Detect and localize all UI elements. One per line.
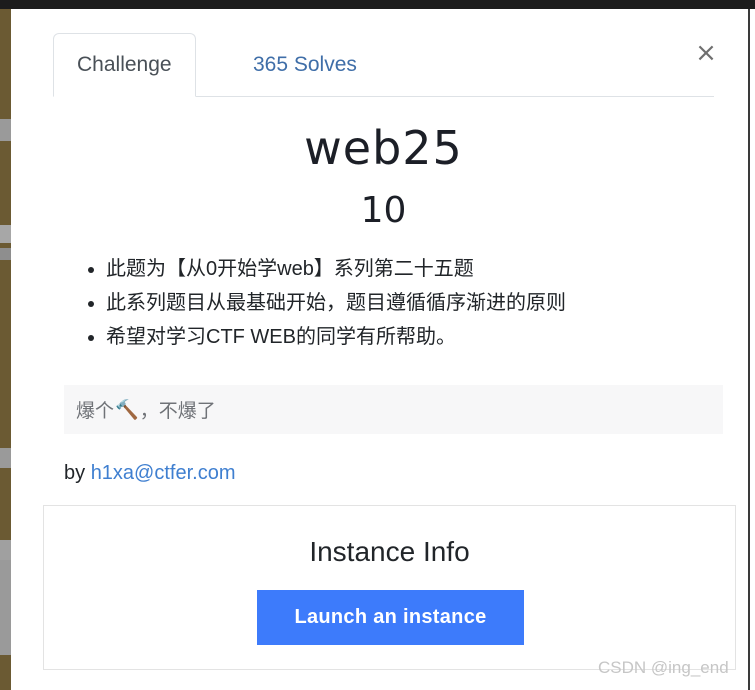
challenge-modal: Challenge 365 Solves × web25 10 此题为【从0开始… (11, 0, 748, 690)
backdrop-strip-segment (0, 560, 11, 655)
challenge-bullet-list: 此题为【从0开始学web】系列第二十五题 此系列题目从最基础开始，题目遵循循序渐… (66, 252, 726, 354)
backdrop-strip-segment (0, 225, 11, 243)
challenge-author: by h1xa@ctfer.com (64, 462, 236, 485)
modal-right-edge (748, 0, 750, 690)
close-icon[interactable]: × (691, 38, 721, 68)
challenge-description: 此题为【从0开始学web】系列第二十五题 此系列题目从最基础开始，题目遵循循序渐… (66, 252, 726, 354)
tab-challenge-label: Challenge (77, 53, 172, 76)
instance-info-title: Instance Info (309, 536, 470, 567)
launch-instance-button[interactable]: Launch an instance (257, 590, 524, 645)
code-text-before: 爆个 (76, 400, 115, 422)
backdrop-strip-segment (0, 540, 11, 560)
challenge-title: web25 (304, 121, 463, 175)
challenge-code-block: 爆个 🔨 ，不爆了 (64, 385, 723, 434)
backdrop-strip (0, 0, 11, 690)
tab-challenge[interactable]: Challenge (53, 33, 196, 97)
watermark: CSDN @ing_end (598, 658, 729, 677)
author-prefix: by (64, 462, 91, 484)
backdrop-strip-segment (0, 119, 11, 141)
hammer-icon: 🔨 (115, 399, 139, 421)
list-item: 此系列题目从最基础开始，题目遵循循序渐进的原则 (106, 286, 726, 320)
list-item: 此题为【从0开始学web】系列第二十五题 (106, 252, 726, 286)
instance-info-card: Instance Info Launch an instance (43, 505, 736, 670)
author-email-link[interactable]: h1xa@ctfer.com (91, 462, 236, 484)
tab-solves-label: 365 Solves (253, 53, 357, 76)
list-item: 希望对学习CTF WEB的同学有所帮助。 (106, 320, 726, 354)
page-top-bar (0, 0, 755, 9)
tab-solves[interactable]: 365 Solves (230, 33, 380, 97)
modal-tab-bar: Challenge 365 Solves (53, 33, 714, 97)
backdrop-strip-segment (0, 9, 11, 119)
challenge-point-value: 10 (360, 190, 407, 231)
backdrop-strip-segment (0, 248, 11, 260)
backdrop-strip-segment (0, 448, 11, 468)
code-text-after: ，不爆了 (139, 400, 216, 422)
